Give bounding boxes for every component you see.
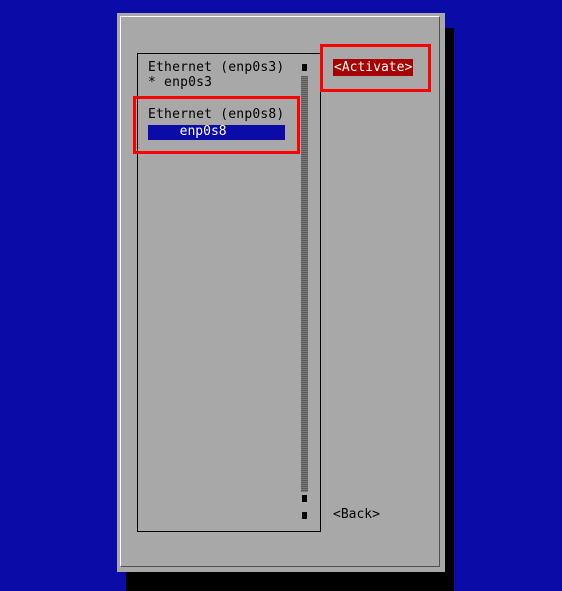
scroll-thumb[interactable] [302, 495, 307, 502]
annotation-box-activate [320, 44, 431, 92]
connection-item-enp0s3[interactable]: * enp0s3 [148, 75, 212, 91]
scroll-up-marker[interactable] [302, 64, 307, 71]
connection-type-label: Ethernet (enp0s3) [148, 60, 285, 75]
back-button[interactable]: <Back> [333, 507, 380, 523]
list-scrollbar[interactable] [301, 76, 308, 492]
scroll-down-marker[interactable] [302, 512, 307, 519]
annotation-box-enp0s8 [133, 96, 300, 154]
